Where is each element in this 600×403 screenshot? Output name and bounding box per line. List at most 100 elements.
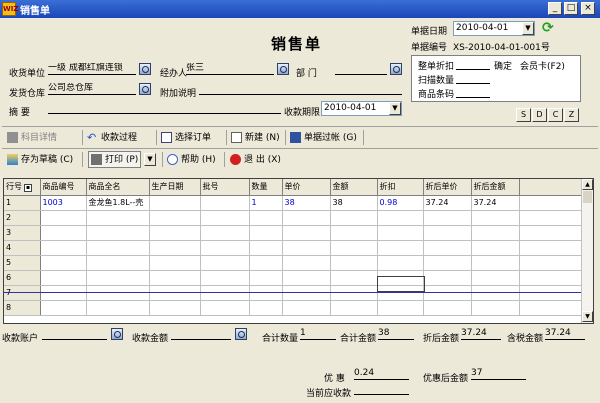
help-button[interactable]: 帮助 (H) [167, 151, 216, 168]
row-menu-icon[interactable]: ▪ [24, 184, 32, 193]
z-button[interactable]: Z [564, 108, 579, 122]
cell-product-code[interactable] [40, 240, 87, 256]
cell-unit-price[interactable] [282, 270, 331, 286]
cell-product-code[interactable] [40, 255, 87, 271]
confirm-button[interactable]: 确定 [494, 59, 512, 72]
s-button[interactable]: S [516, 108, 531, 122]
cell-product-code[interactable] [40, 300, 87, 316]
doc-date-dropdown[interactable]: ▼ [522, 22, 534, 35]
cell-unit-price[interactable] [282, 240, 331, 256]
minimize-button[interactable]: _ [548, 2, 562, 15]
cell-amount[interactable] [330, 240, 378, 256]
cell-amount[interactable] [330, 255, 378, 271]
col-header-batch-no[interactable]: 批号 [200, 179, 250, 196]
col-header-unit-price[interactable]: 单价 [282, 179, 331, 196]
cell-discount[interactable] [377, 240, 424, 256]
cell-discount[interactable] [377, 255, 424, 271]
cell-batch-no[interactable] [200, 255, 250, 271]
scroll-down-arrow[interactable]: ▼ [582, 311, 593, 322]
scan-qty-field[interactable] [456, 72, 490, 84]
maximize-button[interactable]: □ [564, 2, 578, 15]
cell-batch-no[interactable] [200, 195, 250, 211]
cell-discounted-price[interactable] [423, 270, 472, 286]
dept-lookup-icon[interactable] [390, 63, 402, 75]
cell-discounted-amount[interactable] [471, 225, 520, 241]
cell-product-name[interactable] [86, 240, 150, 256]
due-date-dropdown[interactable]: ▼ [389, 102, 401, 115]
cell-product-code[interactable] [40, 225, 87, 241]
amount-field[interactable] [171, 328, 231, 340]
col-header-amount[interactable]: 金额 [330, 179, 378, 196]
cell-unit-price[interactable] [282, 225, 331, 241]
summary-field[interactable] [48, 102, 281, 114]
cell-amount[interactable] [330, 210, 378, 226]
cell-production-date[interactable] [149, 270, 201, 286]
cell-discounted-price[interactable] [423, 210, 472, 226]
cell-batch-no[interactable] [200, 210, 250, 226]
note-field[interactable] [199, 83, 402, 95]
col-header-row-no[interactable]: 行号 ▪ [4, 179, 41, 196]
table-row[interactable]: 2 [4, 210, 584, 226]
cell-quantity[interactable] [249, 270, 283, 286]
col-header-production-date[interactable]: 生产日期 [149, 179, 201, 196]
col-header-quantity[interactable]: 数量 [249, 179, 283, 196]
cell-production-date[interactable] [149, 210, 201, 226]
new-button[interactable]: 新建 (N) [231, 129, 280, 146]
member-card-button[interactable]: 会员卡(F2) [520, 59, 565, 72]
collection-process-button[interactable]: ↶ 收款过程 [87, 129, 137, 146]
cell-discounted-price[interactable] [423, 240, 472, 256]
cell-amount[interactable]: 38 [330, 195, 378, 211]
cell-quantity[interactable] [249, 255, 283, 271]
cell-production-date[interactable] [149, 255, 201, 271]
cell-quantity[interactable]: 1 [249, 195, 283, 211]
warehouse-field[interactable]: 公司总仓库 [48, 83, 136, 95]
cell-discounted-amount[interactable]: 37.24 [471, 195, 520, 211]
cell-product-code[interactable] [40, 210, 87, 226]
cell-quantity[interactable] [249, 300, 283, 316]
post-document-button[interactable]: 单据过帐 (G) [290, 129, 357, 146]
cell-discounted-amount[interactable] [471, 300, 520, 316]
cell-batch-no[interactable] [200, 300, 250, 316]
handler-lookup-icon[interactable] [277, 63, 289, 75]
cell-discount[interactable] [377, 225, 424, 241]
save-draft-button[interactable]: 存为草稿 (C) [7, 151, 73, 168]
table-row[interactable]: 5 [4, 255, 584, 271]
table-row[interactable]: 8 [4, 300, 584, 316]
account-field[interactable] [42, 328, 107, 340]
cell-product-code[interactable] [40, 270, 87, 286]
cell-product-name[interactable] [86, 225, 150, 241]
cell-discounted-price[interactable]: 37.24 [423, 195, 472, 211]
col-header-discount[interactable]: 折扣 [377, 179, 424, 196]
customer-lookup-icon[interactable] [139, 63, 151, 75]
cell-unit-price[interactable] [282, 210, 331, 226]
cell-discounted-amount[interactable] [471, 255, 520, 271]
cell-discounted-price[interactable] [423, 255, 472, 271]
print-dropdown[interactable]: ▼ [144, 153, 156, 166]
grid-scrollbar[interactable]: ▲ ▼ [581, 179, 593, 323]
table-row[interactable]: 6 [4, 270, 584, 286]
amount-lookup-icon[interactable] [235, 328, 247, 340]
line-items-grid[interactable]: 行号 ▪ 商品编号 商品全名 生产日期 批号 数量 单价 金额 折扣 折后单价 折后金额 1 1003 金… [3, 178, 594, 324]
col-header-discounted-amount[interactable]: 折后金额 [471, 179, 520, 196]
cell-production-date[interactable] [149, 195, 201, 211]
cell-discounted-amount[interactable] [471, 270, 520, 286]
cell-discount[interactable]: 0.98 [377, 195, 424, 211]
cell-product-name[interactable]: 金龙鱼1.8L--壳 [86, 195, 150, 211]
customer-field[interactable]: 一级 成都红旗连锁 [48, 63, 136, 75]
table-row[interactable]: 4 [4, 240, 584, 256]
cell-amount[interactable] [330, 270, 378, 286]
cell-production-date[interactable] [149, 300, 201, 316]
cell-unit-price[interactable]: 38 [282, 195, 331, 211]
print-button[interactable]: 打印 (P) [88, 151, 142, 168]
table-row[interactable]: 1 1003 金龙鱼1.8L--壳 1 38 38 0.98 37.24 37.24 [4, 195, 584, 211]
col-header-product-name[interactable]: 商品全名 [86, 179, 150, 196]
subject-detail-button[interactable]: 科目详情 [7, 129, 57, 146]
account-lookup-icon[interactable] [111, 328, 123, 340]
scroll-thumb[interactable] [583, 191, 592, 203]
d-button[interactable]: D [532, 108, 547, 122]
cell-unit-price[interactable] [282, 255, 331, 271]
cell-amount[interactable] [330, 300, 378, 316]
table-row[interactable]: 3 [4, 225, 584, 241]
cell-discounted-price[interactable] [423, 225, 472, 241]
warehouse-lookup-icon[interactable] [139, 83, 151, 95]
